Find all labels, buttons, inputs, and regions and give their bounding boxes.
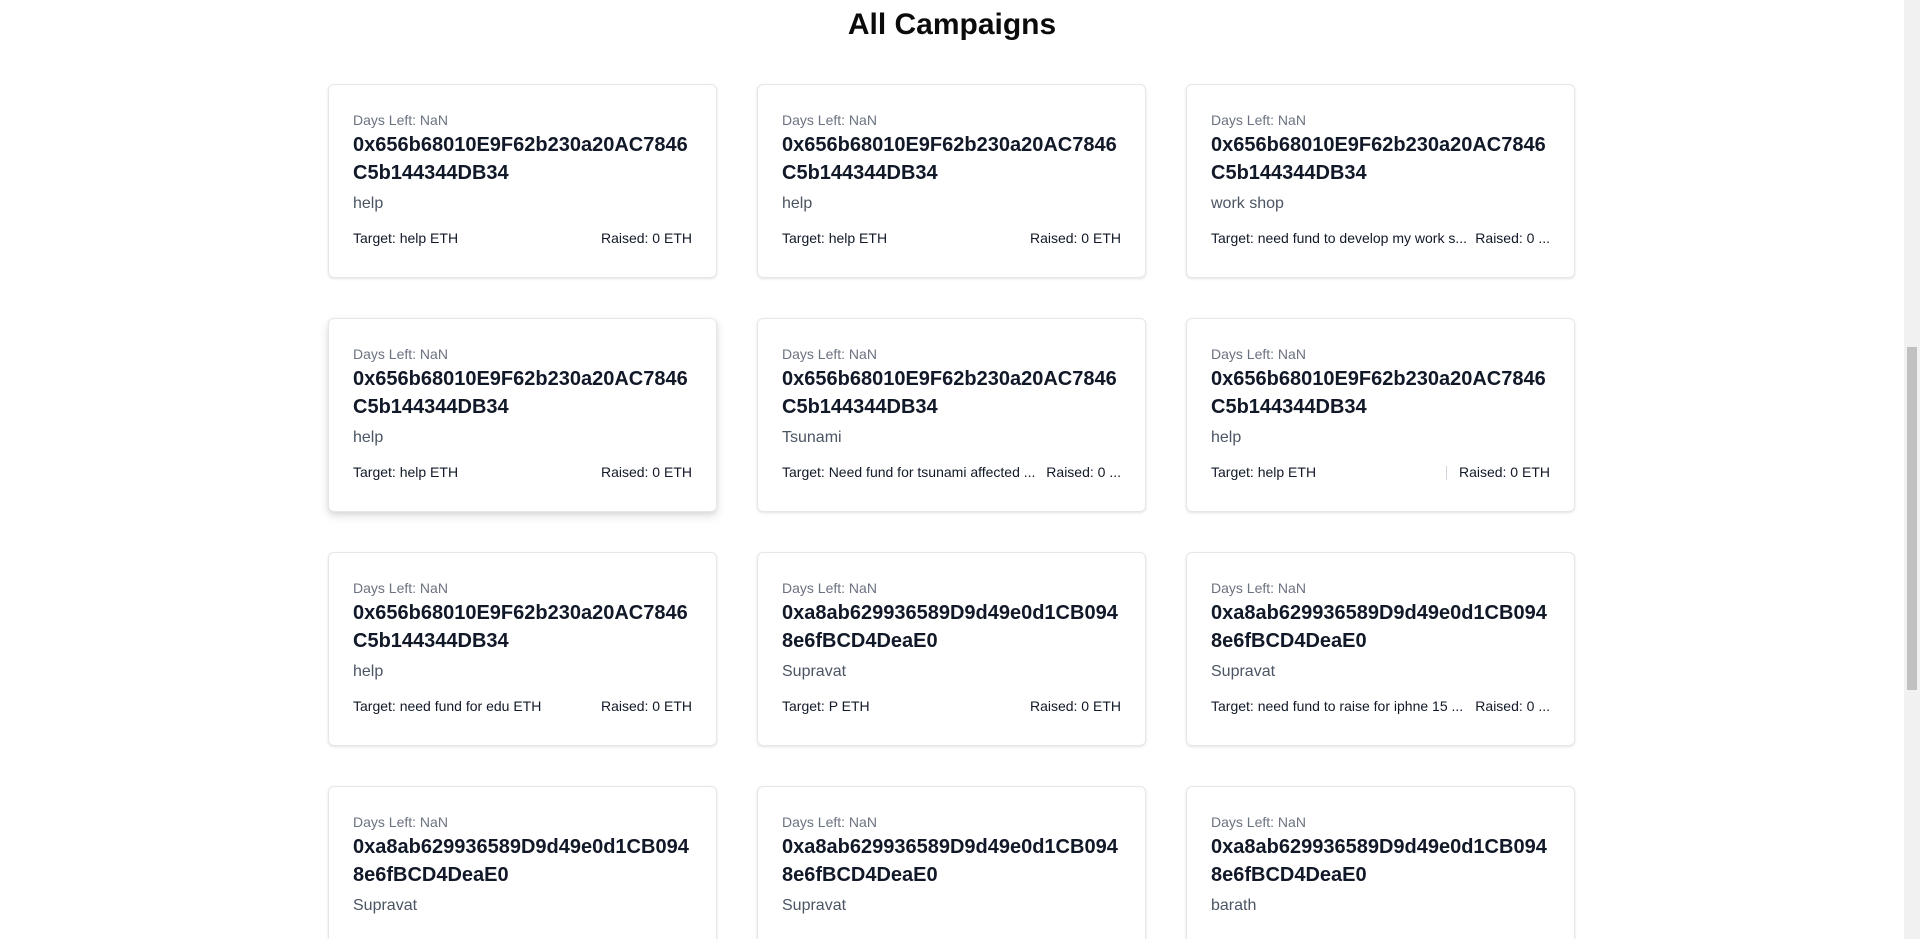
campaign-footer: Target: P ETH Raised: 0 ETH bbox=[782, 697, 1121, 715]
days-left-label: Days Left: NaN bbox=[353, 814, 448, 830]
campaign-raised: Raised: 0 ... bbox=[1475, 698, 1550, 714]
campaign-raised: Raised: 0 ... bbox=[1475, 230, 1550, 246]
campaign-owner-address: 0x656b68010E9F62b230a20AC7846C5b144344DB… bbox=[782, 368, 1117, 418]
campaign-raised: Raised: 0 ETH bbox=[1029, 230, 1121, 246]
campaign-title: Tsunami bbox=[782, 429, 842, 446]
campaign-title: Supravat bbox=[782, 663, 847, 680]
campaign-card[interactable]: Days Left: NaN 0x656b68010E9F62b230a20AC… bbox=[328, 552, 717, 746]
campaign-title: help bbox=[353, 195, 384, 212]
page-title: All Campaigns bbox=[847, 8, 1057, 41]
campaign-card[interactable]: Days Left: NaN 0x656b68010E9F62b230a20AC… bbox=[328, 84, 717, 278]
campaign-title: Supravat bbox=[782, 897, 847, 914]
days-left-label: Days Left: NaN bbox=[1211, 112, 1306, 128]
campaign-owner-address: 0x656b68010E9F62b230a20AC7846C5b144344DB… bbox=[1211, 368, 1546, 418]
campaign-title: barath bbox=[1211, 897, 1257, 914]
campaign-footer: Target: help ETH Raised: 0 ETH bbox=[782, 229, 1121, 247]
days-left-label: Days Left: NaN bbox=[1211, 580, 1306, 596]
campaign-owner-address: 0x656b68010E9F62b230a20AC7846C5b144344DB… bbox=[782, 134, 1117, 184]
campaign-footer: Target: need fund to raise for iphne 15 … bbox=[1211, 697, 1550, 715]
campaign-raised-text: Raised: 0 ETH bbox=[1458, 464, 1550, 480]
campaign-footer: Target: help ETH Raised: 0 ETH bbox=[353, 229, 692, 247]
campaign-target: Target: help ETH bbox=[353, 464, 459, 480]
campaign-owner-address: 0x656b68010E9F62b230a20AC7846C5b144344DB… bbox=[353, 368, 688, 418]
campaign-owner-address: 0xa8ab629936589D9d49e0d1CB0948e6fBCD4Dea… bbox=[353, 836, 689, 886]
days-left-label: Days Left: NaN bbox=[353, 580, 448, 596]
campaigns-page: All Campaigns Days Left: NaN 0x656b68010… bbox=[0, 0, 1920, 939]
campaign-owner-address: 0xa8ab629936589D9d49e0d1CB0948e6fBCD4Dea… bbox=[782, 836, 1118, 886]
campaign-title: Supravat bbox=[1211, 663, 1276, 680]
campaign-title: help bbox=[782, 195, 813, 212]
days-left-label: Days Left: NaN bbox=[353, 346, 448, 362]
campaign-title: help bbox=[353, 429, 384, 446]
campaign-card[interactable]: Days Left: NaN 0xa8ab629936589D9d49e0d1C… bbox=[757, 786, 1146, 939]
text-cursor-divider bbox=[1445, 466, 1447, 481]
campaign-card[interactable]: Days Left: NaN 0x656b68010E9F62b230a20AC… bbox=[328, 318, 717, 512]
days-left-label: Days Left: NaN bbox=[353, 112, 448, 128]
campaign-owner-address: 0xa8ab629936589D9d49e0d1CB0948e6fBCD4Dea… bbox=[1211, 836, 1547, 886]
campaign-owner-address: 0x656b68010E9F62b230a20AC7846C5b144344DB… bbox=[353, 602, 688, 652]
campaign-footer: Target: need fund to develop my work s..… bbox=[1211, 229, 1550, 247]
vertical-scrollbar[interactable] bbox=[1904, 0, 1920, 939]
campaign-card[interactable]: Days Left: NaN 0xa8ab629936589D9d49e0d1C… bbox=[757, 552, 1146, 746]
days-left-label: Days Left: NaN bbox=[782, 580, 877, 596]
campaign-title: help bbox=[353, 663, 384, 680]
campaign-title: help bbox=[1211, 429, 1242, 446]
days-left-label: Days Left: NaN bbox=[1211, 346, 1306, 362]
campaign-card[interactable]: Days Left: NaN 0x656b68010E9F62b230a20AC… bbox=[757, 318, 1146, 512]
campaign-target: Target: help ETH bbox=[353, 230, 459, 246]
scrollbar-thumb[interactable] bbox=[1907, 347, 1917, 690]
days-left-label: Days Left: NaN bbox=[1211, 814, 1306, 830]
campaign-owner-address: 0x656b68010E9F62b230a20AC7846C5b144344DB… bbox=[1211, 134, 1546, 184]
campaign-title: Supravat bbox=[353, 897, 418, 914]
campaign-raised: Raised: 0 ETH bbox=[1029, 698, 1121, 714]
days-left-label: Days Left: NaN bbox=[782, 346, 877, 362]
campaign-target: Target: help ETH bbox=[1211, 464, 1317, 480]
days-left-label: Days Left: NaN bbox=[782, 112, 877, 128]
campaign-raised: Raised: 0 ... bbox=[1046, 464, 1121, 480]
campaign-raised: Raised: 0 ETH bbox=[600, 698, 692, 714]
campaign-target: Target: help ETH bbox=[782, 230, 888, 246]
campaign-card[interactable]: Days Left: NaN 0x656b68010E9F62b230a20AC… bbox=[1186, 84, 1575, 278]
campaign-footer: Target: Need fund for tsunami affected .… bbox=[782, 463, 1121, 481]
campaign-raised: Raised: 0 ETH bbox=[600, 230, 692, 246]
campaign-card[interactable]: Days Left: NaN 0xa8ab629936589D9d49e0d1C… bbox=[1186, 552, 1575, 746]
campaign-target: Target: need fund to raise for iphne 15 … bbox=[1211, 698, 1464, 714]
campaign-target: Target: Need fund for tsunami affected .… bbox=[782, 464, 1036, 480]
campaign-footer: Target: help ETH Raised: 0 ETH bbox=[1211, 463, 1550, 481]
days-left-label: Days Left: NaN bbox=[782, 814, 877, 830]
campaign-target: Target: need fund to develop my work s..… bbox=[1211, 230, 1468, 246]
campaign-target: Target: P ETH bbox=[782, 698, 870, 714]
campaign-grid: Days Left: NaN 0x656b68010E9F62b230a20AC… bbox=[328, 84, 1576, 939]
campaign-footer: Target: need fund for edu ETH Raised: 0 … bbox=[353, 697, 692, 715]
campaign-card[interactable]: Days Left: NaN 0xa8ab629936589D9d49e0d1C… bbox=[328, 786, 717, 939]
campaign-raised: Raised: 0 ETH bbox=[1445, 463, 1550, 481]
campaign-raised: Raised: 0 ETH bbox=[600, 464, 692, 480]
campaign-title: work shop bbox=[1211, 195, 1284, 212]
campaign-card[interactable]: Days Left: NaN 0x656b68010E9F62b230a20AC… bbox=[757, 84, 1146, 278]
campaign-card[interactable]: Days Left: NaN 0x656b68010E9F62b230a20AC… bbox=[1186, 318, 1575, 512]
campaign-owner-address: 0x656b68010E9F62b230a20AC7846C5b144344DB… bbox=[353, 134, 688, 184]
campaign-owner-address: 0xa8ab629936589D9d49e0d1CB0948e6fBCD4Dea… bbox=[782, 602, 1118, 652]
campaign-target: Target: need fund for edu ETH bbox=[353, 698, 542, 714]
campaign-footer: Target: help ETH Raised: 0 ETH bbox=[353, 463, 692, 481]
campaign-card[interactable]: Days Left: NaN 0xa8ab629936589D9d49e0d1C… bbox=[1186, 786, 1575, 939]
campaign-owner-address: 0xa8ab629936589D9d49e0d1CB0948e6fBCD4Dea… bbox=[1211, 602, 1547, 652]
